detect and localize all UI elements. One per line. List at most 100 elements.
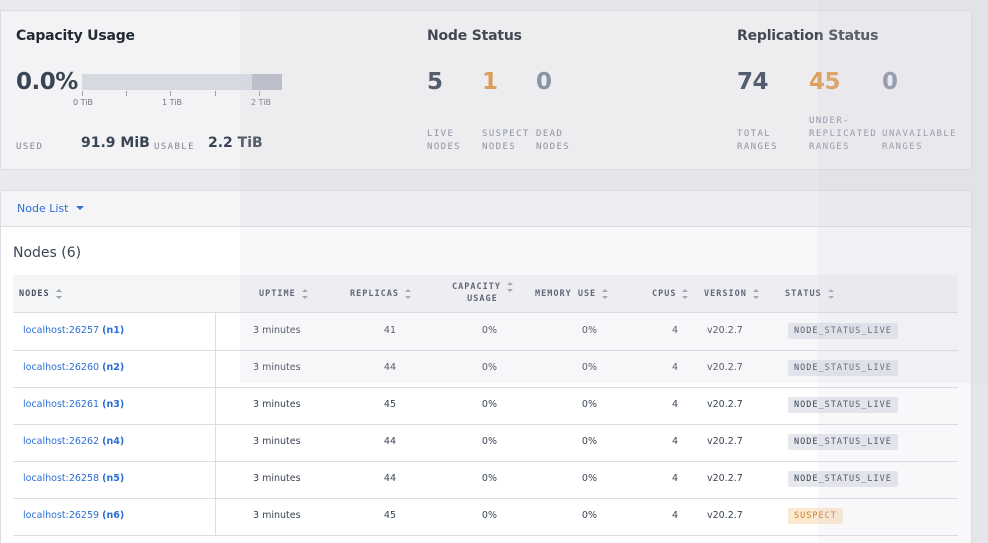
table-row[interactable]: localhost:26259 (n6) 3 minutes 45 0% 0% 4 v20.… (13, 498, 958, 536)
capacity-cell: 0% (481, 436, 497, 447)
memory-cell: 0% (581, 362, 597, 373)
col-replicas[interactable]: REPLICAS (350, 288, 411, 300)
status-badge: NODE_STATUS_LIVE (788, 323, 898, 339)
column-divider (215, 461, 216, 498)
uptime-cell: 3 minutes (253, 325, 301, 336)
column-divider (215, 387, 216, 424)
sort-icon (682, 289, 689, 299)
capacity-cell: 0% (481, 325, 497, 336)
col-memory-use[interactable]: MEMORY USE (535, 288, 609, 300)
nodes-table-title: Nodes (6) (13, 245, 82, 261)
cpus-cell: 4 (671, 325, 678, 336)
col-capacity-usage[interactable]: CAPACITY USAGE (452, 281, 513, 305)
col-status[interactable]: STATUS (785, 288, 834, 300)
sort-icon (55, 289, 62, 299)
nodes-card: Nodes (6) NODES UPTIME REPLICAS CAPACITY… (0, 227, 972, 543)
capacity-cell: 0% (481, 510, 497, 521)
replicas-cell: 41 (383, 325, 396, 336)
uptime-cell: 3 minutes (253, 510, 301, 521)
table-row[interactable]: localhost:26257 (n1) 3 minutes 41 0% 0% 4 v20.… (13, 313, 958, 351)
node-status-title: Node Status (427, 28, 522, 44)
capacity-tick-2: 2 TiB (251, 98, 271, 107)
unavailable-ranges-label: UNAVAILABLE RANGES (882, 129, 958, 152)
column-divider (215, 350, 216, 387)
node-link[interactable]: localhost:26259 (n6) (23, 510, 124, 521)
status-badge: NODE_STATUS_LIVE (788, 471, 898, 487)
capacity-percent: 0.0% (16, 69, 78, 95)
sort-icon (602, 289, 609, 299)
version-cell: v20.2.7 (707, 473, 743, 484)
capacity-tick-1: 1 TiB (162, 98, 182, 107)
memory-cell: 0% (581, 399, 597, 410)
column-divider (215, 424, 216, 461)
cpus-cell: 4 (671, 473, 678, 484)
table-row[interactable]: localhost:26262 (n4) 3 minutes 44 0% 0% 4 v20.… (13, 424, 958, 462)
status-badge: NODE_STATUS_LIVE (788, 434, 898, 450)
cpus-cell: 4 (671, 436, 678, 447)
table-header: NODES UPTIME REPLICAS CAPACITY USAGE MEMO… (13, 275, 958, 313)
replicas-cell: 45 (383, 510, 396, 521)
node-link[interactable]: localhost:26258 (n5) (23, 473, 124, 484)
sort-icon (301, 289, 308, 299)
capacity-bar (82, 74, 282, 90)
dead-nodes-label: DEAD NODES (536, 129, 571, 152)
col-uptime[interactable]: UPTIME (259, 288, 308, 300)
uptime-cell: 3 minutes (253, 399, 301, 410)
column-divider (215, 313, 216, 350)
under-replicated-count: 45 (809, 69, 841, 95)
chevron-down-icon (76, 206, 85, 210)
node-link[interactable]: localhost:26257 (n1) (23, 325, 124, 336)
memory-cell: 0% (581, 436, 597, 447)
nodelist-dropdown[interactable]: Node List (17, 202, 85, 215)
uptime-cell: 3 minutes (253, 436, 301, 447)
memory-cell: 0% (581, 473, 597, 484)
node-link[interactable]: localhost:26261 (n3) (23, 399, 124, 410)
version-cell: v20.2.7 (707, 325, 743, 336)
usable-label: USABLE (154, 142, 195, 152)
status-badge: SUSPECT (788, 508, 843, 524)
col-nodes[interactable]: NODES (19, 288, 62, 300)
capacity-tick-0: 0 TiB (73, 98, 93, 107)
memory-cell: 0% (581, 325, 597, 336)
replicas-cell: 44 (383, 362, 396, 373)
nodelist-label: Node List (17, 202, 69, 215)
unavailable-count: 0 (882, 69, 898, 95)
version-cell: v20.2.7 (707, 399, 743, 410)
col-version[interactable]: VERSION (704, 288, 759, 300)
sort-icon (506, 282, 513, 292)
version-cell: v20.2.7 (707, 436, 743, 447)
node-link[interactable]: localhost:26262 (n4) (23, 436, 124, 447)
used-value: 91.9 MiB (81, 135, 150, 151)
table-row[interactable]: localhost:26260 (n2) 3 minutes 44 0% 0% 4 v20.… (13, 350, 958, 388)
live-count: 5 (427, 69, 443, 95)
status-badge: NODE_STATUS_LIVE (788, 360, 898, 376)
sort-icon (404, 289, 411, 299)
capacity-axis (82, 91, 282, 97)
suspect-nodes-label: SUSPECT NODES (482, 129, 530, 152)
capacity-cell: 0% (481, 399, 497, 410)
table-row[interactable]: localhost:26261 (n3) 3 minutes 45 0% 0% 4 v20.… (13, 387, 958, 425)
replicas-cell: 44 (383, 436, 396, 447)
replication-title: Replication Status (737, 28, 879, 44)
live-nodes-label: LIVE NODES (427, 129, 462, 152)
capacity-cell: 0% (481, 473, 497, 484)
cpus-cell: 4 (671, 510, 678, 521)
usable-value: 2.2 TiB (208, 135, 263, 151)
table-row[interactable]: localhost:26258 (n5) 3 minutes 44 0% 0% 4 v20.… (13, 461, 958, 499)
uptime-cell: 3 minutes (253, 362, 301, 373)
nodelist-bar: Node List (0, 190, 972, 227)
total-ranges-count: 74 (737, 69, 769, 95)
sort-icon (752, 289, 759, 299)
col-cpus[interactable]: CPUS (652, 288, 689, 300)
replicas-cell: 44 (383, 473, 396, 484)
version-cell: v20.2.7 (707, 362, 743, 373)
memory-cell: 0% (581, 510, 597, 521)
summary-panel: Capacity Usage 0.0% 0 TiB 1 TiB 2 TiB US… (0, 10, 972, 170)
capacity-title: Capacity Usage (16, 28, 135, 44)
version-cell: v20.2.7 (707, 510, 743, 521)
node-link[interactable]: localhost:26260 (n2) (23, 362, 124, 373)
replicas-cell: 45 (383, 399, 396, 410)
total-ranges-label: TOTAL RANGES (737, 129, 778, 152)
dead-count: 0 (536, 69, 552, 95)
cpus-cell: 4 (671, 362, 678, 373)
